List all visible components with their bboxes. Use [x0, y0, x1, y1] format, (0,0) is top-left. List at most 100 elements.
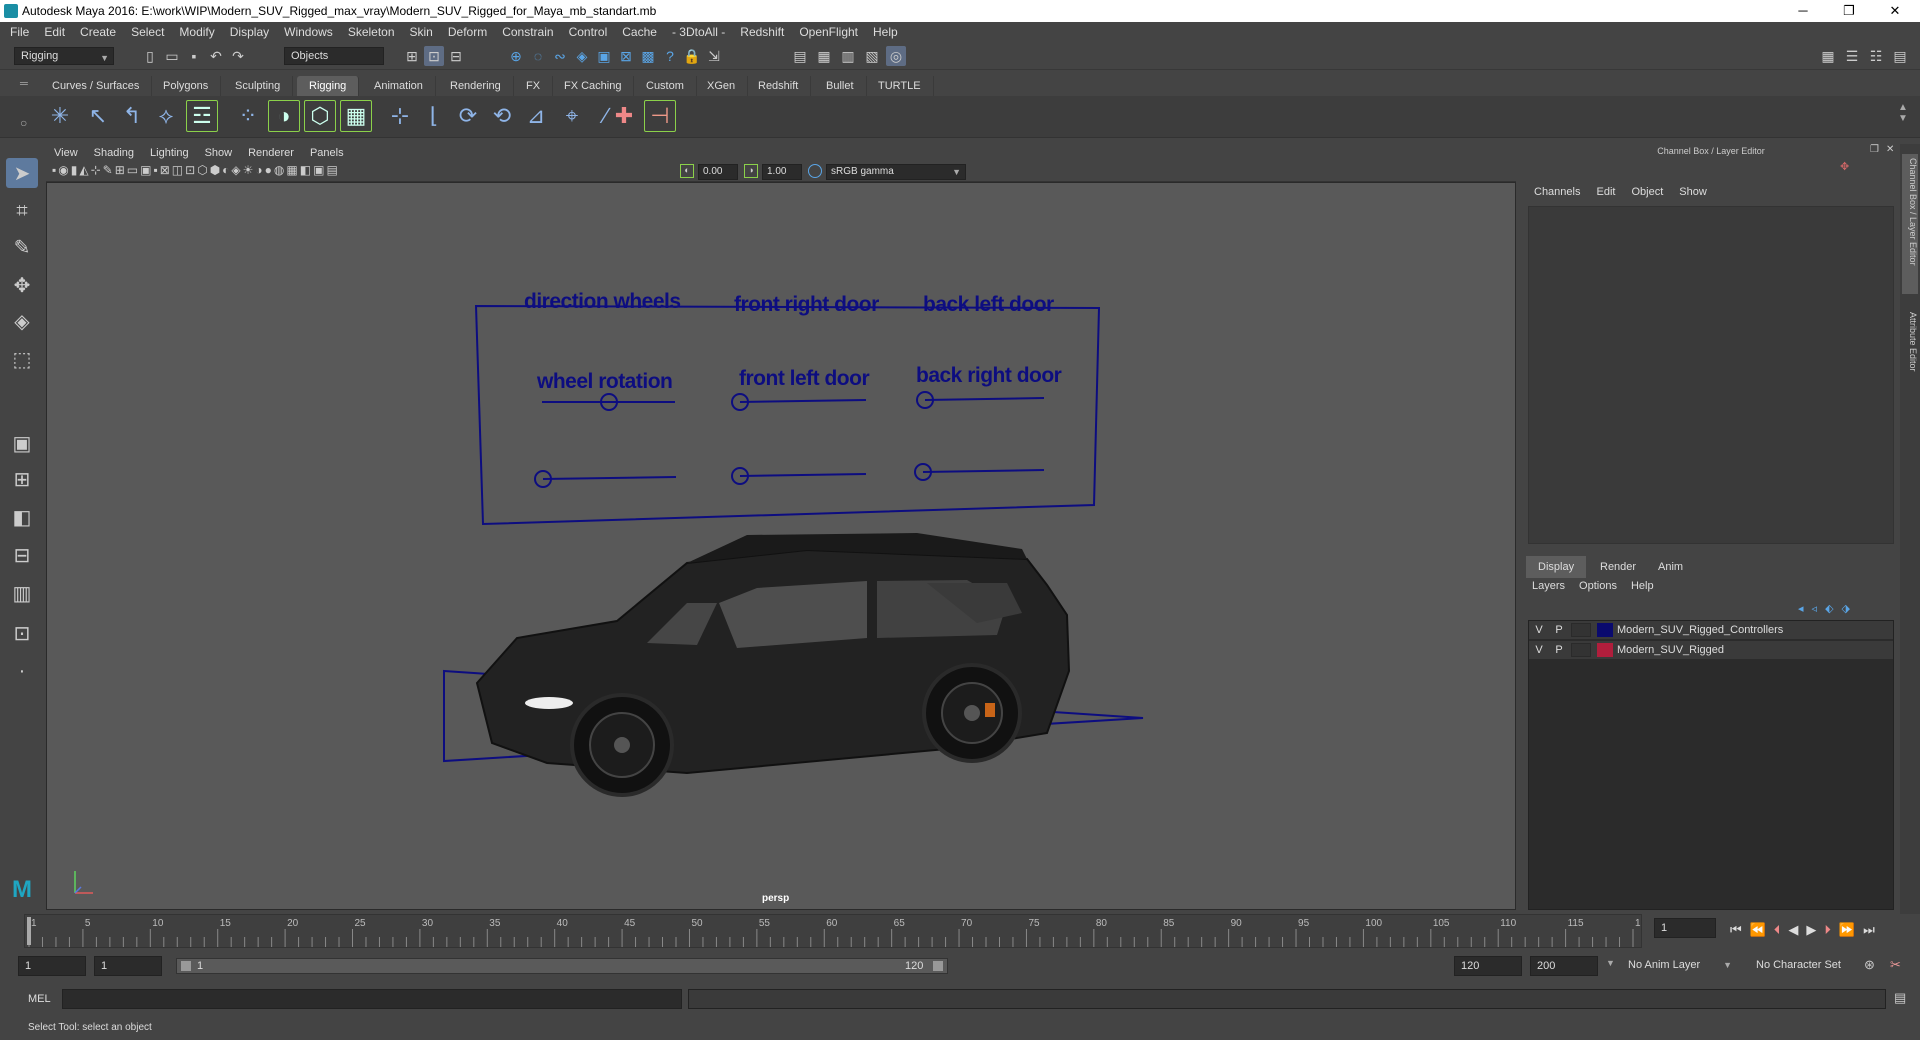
shelf-tab-animation[interactable]: Animation [362, 76, 436, 96]
layer-name[interactable]: Modern_SUV_Rigged_Controllers [1617, 624, 1783, 636]
ik-handle-icon[interactable]: ↖ [82, 100, 114, 132]
menu-select[interactable]: Select [131, 25, 164, 39]
move-layer-down-icon[interactable]: ◃ [1812, 602, 1818, 615]
auto-key-icon[interactable]: ⊛ [1864, 957, 1875, 973]
lattice-icon[interactable]: ⬡ [304, 100, 336, 132]
snap-fit-icon[interactable]: ▩ [638, 46, 658, 66]
snap-grid-icon[interactable]: ⊕ [506, 46, 526, 66]
lasso-tool-icon[interactable]: ⌗ [6, 196, 38, 226]
point-constraint-icon[interactable]: ⊹ [384, 100, 416, 132]
gate-mask-icon[interactable]: ▪ [153, 163, 157, 177]
ipr-render-icon[interactable]: ▥ [838, 46, 858, 66]
2d-pan-icon[interactable]: ⊹ [91, 163, 101, 177]
range-slider-end-handle[interactable] [933, 961, 943, 971]
create-joints-icon[interactable]: ✳ [44, 100, 76, 132]
range-slider-start-handle[interactable] [181, 961, 191, 971]
gamma-field[interactable]: 1.00 [762, 164, 802, 180]
menu-edit[interactable]: Edit [44, 25, 65, 39]
vp-menu-show[interactable]: Show [205, 147, 233, 159]
layer-row[interactable]: V P Modern_SUV_Rigged [1529, 641, 1893, 660]
chevron-down-icon[interactable]: ▼ [1606, 958, 1615, 968]
float-panel-icon[interactable]: ❐ [1870, 144, 1879, 155]
layer-playback-toggle[interactable]: P [1549, 644, 1569, 656]
menu-file[interactable]: File [10, 25, 29, 39]
menu-help[interactable]: Help [873, 25, 898, 39]
new-layer-selected-icon[interactable]: ⬖ [1825, 602, 1833, 615]
step-forward-frame-icon[interactable]: ⏵ [1824, 922, 1831, 938]
cb-menu-channels[interactable]: Channels [1534, 186, 1580, 204]
rotate-tool-icon[interactable]: ◈ [6, 306, 38, 336]
command-input[interactable] [62, 989, 682, 1009]
menu-openflight[interactable]: OpenFlight [799, 25, 858, 39]
pole-vector-icon[interactable]: ⌖ [556, 100, 588, 132]
tab-display[interactable]: Display [1526, 556, 1587, 578]
snap-vertex-icon[interactable]: ⊠ [616, 46, 636, 66]
channel-box-area[interactable] [1528, 206, 1894, 544]
3d-viewport[interactable]: direction wheels front right door back l… [46, 182, 1516, 910]
film-gate-icon[interactable]: ▭ [127, 163, 138, 177]
locator-icon[interactable]: ✚ [608, 100, 640, 132]
play-backwards-icon[interactable]: ◀ [1788, 922, 1798, 938]
camera-attr-icon[interactable]: ◉ [58, 163, 68, 177]
four-view-icon[interactable]: ⊞ [6, 464, 38, 494]
select-object-icon[interactable]: ⊡ [424, 46, 444, 66]
channel-box-toggle-icon[interactable]: ▤ [1890, 46, 1910, 66]
ao-icon[interactable]: ● [265, 163, 272, 177]
vp-menu-shading[interactable]: Shading [94, 147, 134, 159]
step-forward-key-icon[interactable]: ⏩ [1839, 922, 1855, 938]
cb-menu-object[interactable]: Object [1631, 186, 1663, 204]
quick-rig-icon[interactable]: ☲ [186, 100, 218, 132]
paint-select-tool-icon[interactable]: ✎ [6, 232, 38, 262]
shelf-tab-rigging[interactable]: Rigging [297, 76, 360, 96]
menu-create[interactable]: Create [80, 25, 116, 39]
channel-box-tool-icon[interactable]: ✥ [1840, 160, 1854, 174]
step-back-frame-icon[interactable]: ⏴ [1774, 922, 1781, 938]
move-layer-up-icon[interactable]: ◂ [1798, 602, 1804, 615]
layer-visibility-toggle[interactable]: V [1529, 624, 1549, 636]
go-to-end-icon[interactable]: ⏭ [1863, 922, 1875, 938]
close-button[interactable]: ✕ [1872, 0, 1918, 22]
shelf-tab-redshift[interactable]: Redshift [746, 76, 812, 96]
shelf-tab-bullet[interactable]: Bullet [814, 76, 867, 96]
anim-layer-dropdown[interactable]: No Anim Layer ▼ [1622, 956, 1734, 976]
vp-menu-renderer[interactable]: Renderer [248, 147, 294, 159]
animation-prefs-icon[interactable]: ✂ [1890, 957, 1901, 973]
playback-start-field[interactable]: 1 [94, 956, 162, 976]
layer-color-swatch[interactable] [1597, 623, 1613, 637]
cmd-language-label[interactable]: MEL [28, 993, 51, 1005]
xray-joints-icon[interactable]: ▤ [326, 163, 337, 177]
snap-curve-icon[interactable]: ◌ [528, 46, 548, 66]
le-menu-help[interactable]: Help [1631, 580, 1654, 598]
shelf-tab-xgen[interactable]: XGen [695, 76, 749, 96]
xray-icon[interactable]: ▣ [313, 163, 324, 177]
shelf-tab-fx-caching[interactable]: FX Caching [552, 76, 635, 96]
tab-anim[interactable]: Anim [1646, 556, 1695, 578]
shelf-tab-fx[interactable]: FX [514, 76, 554, 96]
le-menu-layers[interactable]: Layers [1532, 580, 1565, 598]
safe-action-icon[interactable]: ◫ [172, 163, 183, 177]
smooth-bind-icon[interactable]: ◑ [268, 100, 300, 132]
new-layer-icon[interactable]: ⬗ [1842, 602, 1850, 615]
exposure-field[interactable]: 0.00 [698, 164, 738, 180]
mirror-joint-icon[interactable]: ⟡ [150, 100, 182, 132]
gamma-icon[interactable]: ◑ [744, 164, 758, 178]
close-panel-icon[interactable]: ✕ [1886, 144, 1894, 155]
aim-constraint-icon[interactable]: ⌊ [418, 100, 450, 132]
layer-display-type[interactable] [1571, 623, 1591, 637]
layer-color-swatch[interactable] [1597, 643, 1613, 657]
vp-menu-lighting[interactable]: Lighting [150, 147, 189, 159]
outliner-layout-icon[interactable]: ⊡ [6, 618, 38, 648]
menu-display[interactable]: Display [230, 25, 269, 39]
isolate-icon[interactable]: ◧ [300, 163, 311, 177]
tool-settings-toggle-icon[interactable]: ☷ [1866, 46, 1886, 66]
image-plane-icon[interactable]: ◭ [79, 163, 88, 177]
toolbox-more-icon[interactable]: · [6, 656, 38, 686]
lock-icon[interactable]: 🔒 [682, 46, 702, 66]
attribute-editor-toggle-icon[interactable]: ☰ [1842, 46, 1862, 66]
menu-control[interactable]: Control [569, 25, 608, 39]
layer-name[interactable]: Modern_SUV_Rigged [1617, 644, 1724, 656]
textured-icon[interactable]: ◈ [231, 163, 240, 177]
shelf-tab-rendering[interactable]: Rendering [438, 76, 514, 96]
render-current-icon[interactable]: ▦ [814, 46, 834, 66]
wireframe-icon[interactable]: ⬡ [197, 163, 207, 177]
